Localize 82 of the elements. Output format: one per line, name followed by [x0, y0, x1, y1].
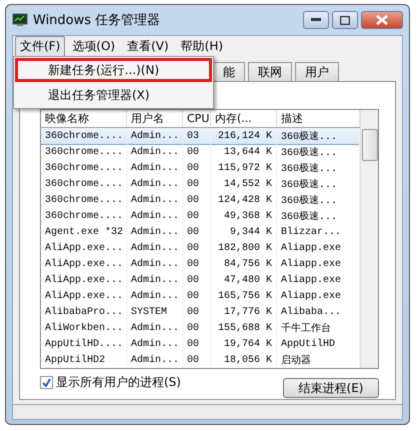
- tab[interactable]: 用户: [295, 62, 339, 81]
- table-cell: Admin...: [127, 208, 183, 224]
- table-cell: Admin...: [127, 288, 183, 304]
- table-cell: 14,552 K: [211, 176, 277, 192]
- table-cell: 84,756 K: [211, 256, 277, 272]
- table-cell: 00: [183, 352, 211, 368]
- table-cell: 00: [183, 160, 211, 176]
- table-cell: 360chrome....: [41, 176, 127, 192]
- menu-item[interactable]: 帮助(H): [176, 36, 228, 56]
- table-cell: AlibabaPro...: [41, 304, 127, 320]
- tab[interactable]: 能: [213, 62, 245, 81]
- table-cell: 00: [183, 304, 211, 320]
- table-cell: AliApp.exe...: [41, 272, 127, 288]
- end-process-button[interactable]: 结束进程(E): [283, 378, 379, 398]
- monitor-icon: [12, 13, 28, 27]
- table-cell: 216,124 K: [211, 128, 277, 144]
- table-cell: 360chrome....: [41, 144, 127, 160]
- table-cell: 49,368 K: [211, 208, 277, 224]
- table-cell: 360chrome....: [41, 208, 127, 224]
- maximize-button[interactable]: [332, 11, 358, 29]
- table-cell: AliApp.exe...: [41, 288, 127, 304]
- menu-entry[interactable]: 新建任务(运行...)(N): [15, 58, 212, 82]
- table-cell: Admin...: [127, 176, 183, 192]
- checkmark-icon: [42, 378, 51, 387]
- close-button[interactable]: [361, 11, 403, 29]
- table-cell: AppUtilHD....: [41, 336, 127, 352]
- table-cell: 00: [183, 176, 211, 192]
- table-cell: 360chrome....: [41, 192, 127, 208]
- table-cell: 00: [183, 240, 211, 256]
- minimize-icon: [311, 18, 321, 22]
- table-cell: Admin...: [127, 240, 183, 256]
- table-cell: Admin...: [127, 320, 183, 336]
- table-cell: 47,480 K: [211, 272, 277, 288]
- table-cell: 00: [183, 256, 211, 272]
- table-cell: AliWorkben...: [41, 320, 127, 336]
- table-cell: Admin...: [127, 256, 183, 272]
- minimize-button[interactable]: [303, 11, 329, 29]
- table-cell: 9,344 K: [211, 224, 277, 240]
- table-row[interactable]: 360chrome.... Admin... 03 216,124 K 360极速...: [41, 128, 360, 144]
- table-cell: 17,776 K: [211, 304, 277, 320]
- table-cell: 00: [183, 208, 211, 224]
- table-cell: 115,972 K: [211, 160, 277, 176]
- table-cell: 00: [183, 336, 211, 352]
- window-title: Windows 任务管理器: [33, 12, 162, 29]
- table-cell: 00: [183, 192, 211, 208]
- table-cell: 182,800 K: [211, 240, 277, 256]
- table-cell: 360chrome....: [41, 128, 127, 144]
- scrollbar[interactable]: [360, 110, 378, 368]
- table-cell: Admin...: [127, 192, 183, 208]
- menu-item[interactable]: 查看(V): [122, 36, 174, 56]
- table-cell: Admin...: [127, 352, 183, 368]
- table-cell: SYSTEM: [127, 304, 183, 320]
- table-cell: Admin...: [127, 160, 183, 176]
- table-cell: AliApp.exe...: [41, 240, 127, 256]
- table-cell: 155,688 K: [211, 320, 277, 336]
- table-cell: Admin...: [127, 224, 183, 240]
- table-cell: 00: [183, 288, 211, 304]
- table-cell: Admin...: [127, 144, 183, 160]
- table-cell: AppUtilHD2: [41, 352, 127, 368]
- show-all-users-checkbox[interactable]: 显示所有用户的进程(S): [40, 374, 181, 391]
- table-cell: 00: [183, 144, 211, 160]
- table-cell: Agent.exe *32: [41, 224, 127, 240]
- table-cell: 03: [183, 128, 211, 144]
- table-cell: Admin...: [127, 272, 183, 288]
- tab[interactable]: 联网: [248, 62, 292, 81]
- close-icon: [376, 15, 388, 25]
- table-cell: AliApp.exe...: [41, 256, 127, 272]
- table-cell: 124,428 K: [211, 192, 277, 208]
- table-cell: 360chrome....: [41, 160, 127, 176]
- menu-entry[interactable]: 退出任务管理器(X): [15, 83, 212, 107]
- menu-item[interactable]: 选项(O): [67, 36, 120, 56]
- table-cell: Admin...: [127, 128, 183, 144]
- table-cell: 18,056 K: [211, 352, 277, 368]
- menu-item[interactable]: 文件(F): [15, 36, 66, 56]
- maximize-icon: [340, 16, 350, 24]
- table-cell: 00: [183, 224, 211, 240]
- table-cell: 165,756 K: [211, 288, 277, 304]
- table-cell: 19,764 K: [211, 336, 277, 352]
- table-cell: 13,644 K: [211, 144, 277, 160]
- table-cell: 00: [183, 320, 211, 336]
- table-cell: Admin...: [127, 336, 183, 352]
- table-cell: 00: [183, 272, 211, 288]
